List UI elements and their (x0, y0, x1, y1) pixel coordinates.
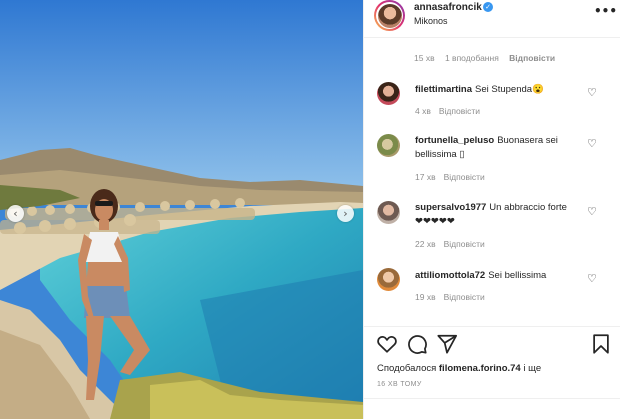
more-options-icon[interactable]: ••• (594, 4, 617, 18)
caption-meta: 15 хв 1 вподобання Відповісти (414, 53, 563, 63)
verified-badge-icon: ✓ (483, 2, 493, 12)
share-paper-plane-icon[interactable] (436, 333, 458, 355)
bottom-divider (364, 398, 620, 399)
comments-list: 15 хв 1 вподобання Відповісти filettimar… (364, 38, 620, 326)
like-heart-icon[interactable] (376, 333, 398, 355)
post-timestamp[interactable]: 16 ХВ ТОМУ (377, 381, 422, 388)
caption-reply-button[interactable]: Відповісти (509, 53, 555, 63)
comment-text: Sei bellissima (488, 270, 547, 281)
beach-photo-image (0, 0, 363, 419)
caption-likes-count[interactable]: 1 вподобання (445, 53, 499, 63)
like-comment-heart-icon[interactable]: ♡ (587, 86, 597, 99)
comment-username[interactable]: attiliomottola72 (415, 270, 485, 281)
likes-user-link[interactable]: filomena.forino.74 (439, 363, 521, 374)
comment-avatar[interactable] (377, 134, 400, 157)
comment-reply-button[interactable]: Відповісти (444, 292, 485, 302)
likes-suffix[interactable]: і ще (523, 363, 541, 374)
likes-summary: Сподобалося filomena.forino.74 і ще (377, 363, 541, 374)
chevron-left-icon: ‹ (13, 207, 18, 220)
comment-time: 4 хв (415, 106, 431, 116)
chevron-right-icon: › (343, 207, 348, 220)
save-bookmark-icon[interactable] (590, 333, 612, 355)
comment-time: 19 хв (415, 292, 436, 302)
comment-reply-button[interactable]: Відповісти (444, 172, 485, 182)
post-location[interactable]: Mikonos (414, 16, 448, 26)
actions-divider (364, 326, 620, 327)
likes-prefix: Сподобалося (377, 363, 437, 374)
comment-username[interactable]: filettimartina (415, 84, 472, 95)
post-side-panel: annasafroncik ✓ Mikonos ••• 15 хв 1 впод… (363, 0, 620, 419)
post-actions-bar (364, 333, 620, 359)
comment-avatar[interactable] (377, 201, 400, 224)
next-photo-button[interactable]: › (337, 205, 354, 222)
like-comment-heart-icon[interactable]: ♡ (587, 137, 597, 150)
post-header: annasafroncik ✓ Mikonos ••• (364, 0, 620, 32)
comment-username[interactable]: supersalvo1977 (415, 202, 486, 213)
comment-time: 17 хв (415, 172, 436, 182)
post-photo: ‹ › (0, 0, 363, 419)
author-avatar[interactable] (374, 0, 405, 31)
previous-photo-button[interactable]: ‹ (7, 205, 24, 222)
comment-username[interactable]: fortunella_peluso (415, 135, 494, 146)
comment-reply-button[interactable]: Відповісти (444, 239, 485, 249)
comment-bubble-icon[interactable] (406, 333, 428, 355)
comment-avatar[interactable] (377, 268, 400, 291)
comment-avatar[interactable] (377, 82, 400, 105)
comment-reply-button[interactable]: Відповісти (439, 106, 480, 116)
caption-time: 15 хв (414, 53, 435, 63)
like-comment-heart-icon[interactable]: ♡ (587, 205, 597, 218)
like-comment-heart-icon[interactable]: ♡ (587, 272, 597, 285)
author-username[interactable]: annasafroncik (414, 2, 482, 13)
comment-time: 22 хв (415, 239, 436, 249)
comment-text: Sei Stupenda😮 (475, 84, 544, 95)
